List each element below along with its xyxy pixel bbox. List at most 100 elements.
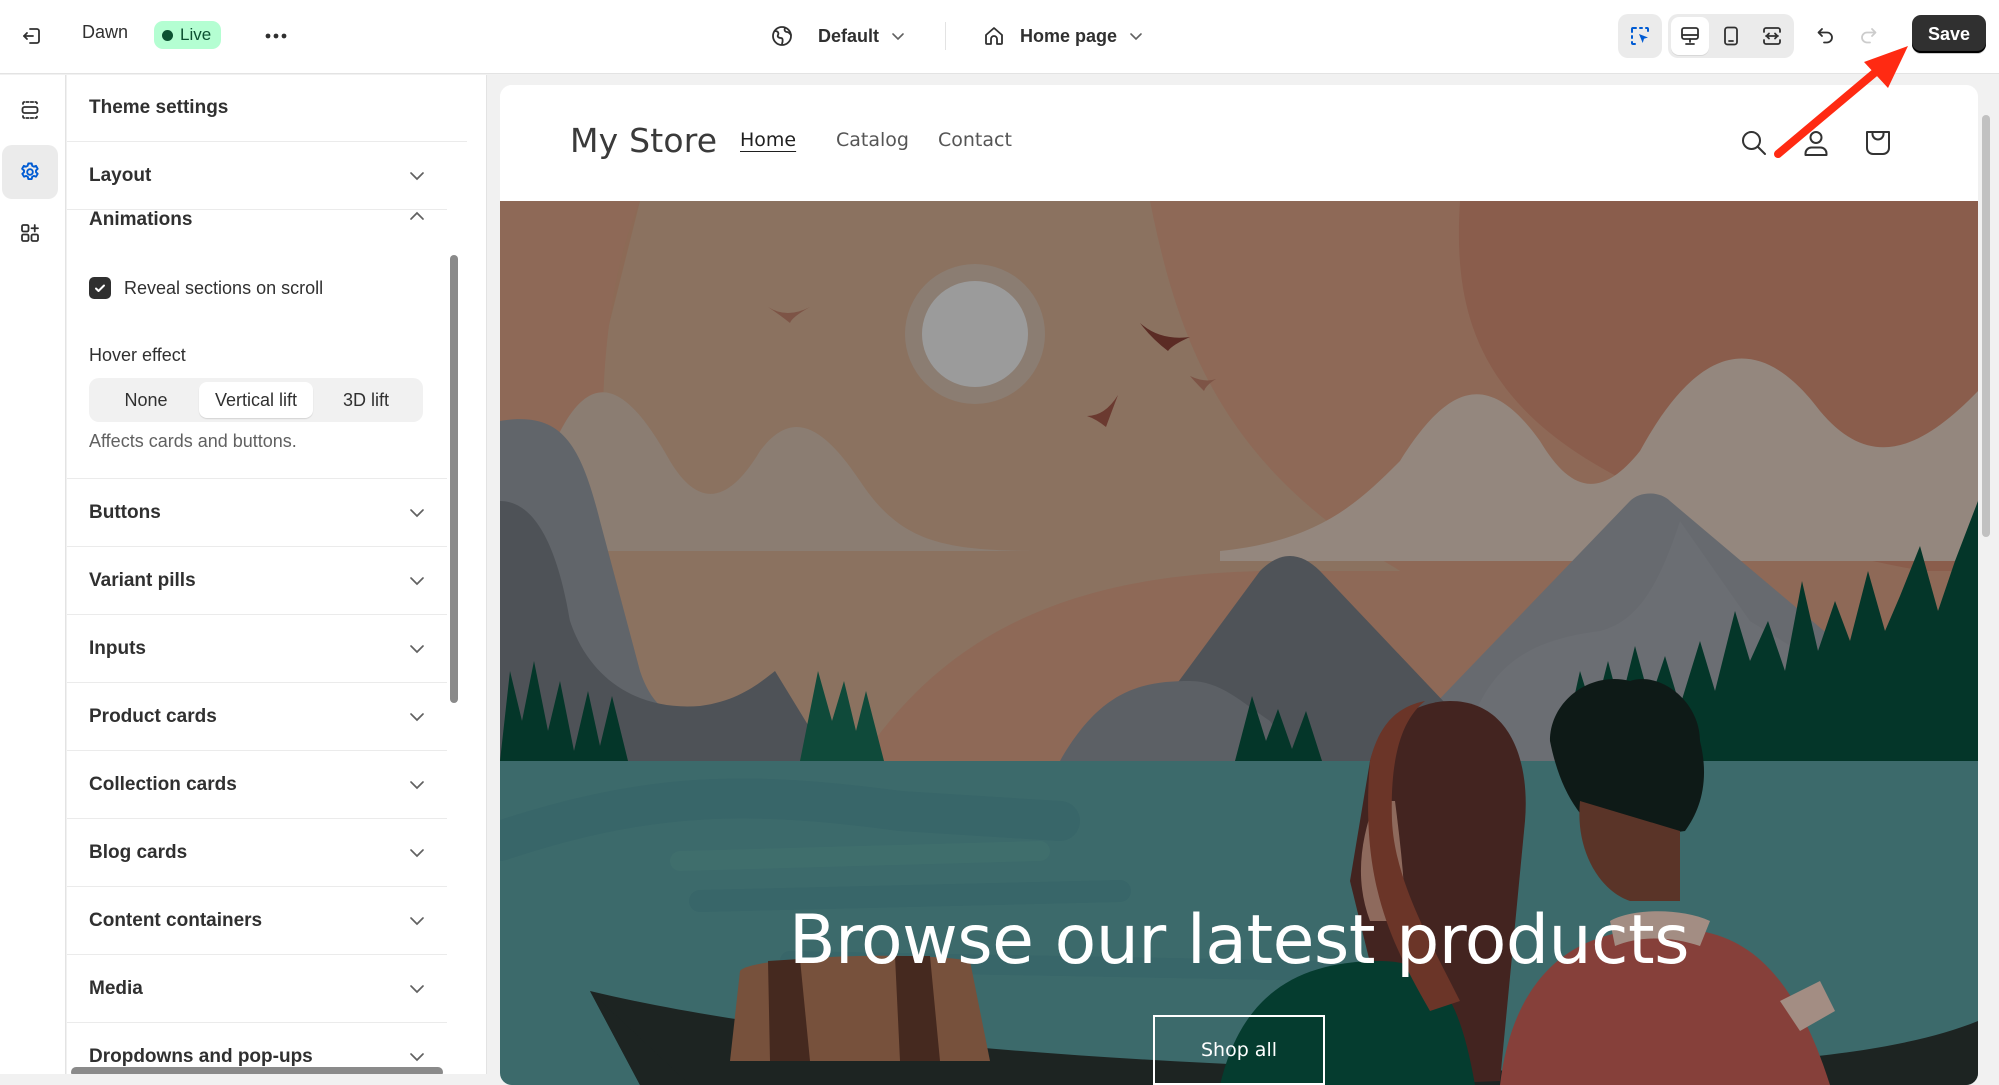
viewport-mobile-button[interactable] xyxy=(1712,17,1750,55)
more-icon xyxy=(265,33,287,39)
chevron-down-icon xyxy=(410,780,424,789)
rail-sections-button[interactable] xyxy=(2,83,58,137)
chevron-down-icon xyxy=(410,916,424,925)
shop-all-button[interactable]: Shop all xyxy=(1153,1015,1325,1085)
sections-icon xyxy=(21,101,39,119)
locale-selector[interactable]: Default xyxy=(770,18,905,54)
section-buttons[interactable]: Buttons xyxy=(67,479,447,547)
section-blog-cards[interactable]: Blog cards xyxy=(67,819,447,887)
select-inspector-icon xyxy=(1631,27,1649,45)
more-actions-button[interactable] xyxy=(258,18,294,54)
header-account-button[interactable] xyxy=(1796,123,1836,163)
chevron-down-icon xyxy=(1130,33,1142,41)
gear-icon xyxy=(21,162,39,181)
desktop-icon xyxy=(1681,27,1699,45)
locale-label: Default xyxy=(818,25,880,46)
chevron-down-icon xyxy=(410,171,424,180)
mobile-icon xyxy=(1724,26,1738,46)
exit-icon xyxy=(23,28,40,44)
hover-option-none[interactable]: None xyxy=(93,382,199,418)
chevron-down-icon xyxy=(892,33,904,41)
chevron-down-icon xyxy=(410,712,424,721)
section-label: Media xyxy=(89,977,143,999)
store-logo[interactable]: My Store xyxy=(570,121,717,160)
section-label: Inputs xyxy=(89,637,146,659)
section-label: Collection cards xyxy=(89,773,237,795)
full-width-icon xyxy=(1763,27,1781,45)
page-label: Home page xyxy=(1020,25,1118,46)
section-animations[interactable]: Animations xyxy=(67,195,447,243)
header-cart-button[interactable] xyxy=(1858,123,1898,163)
hover-option-vertical-lift[interactable]: Vertical lift xyxy=(199,382,313,418)
hover-effect-segmented-control: None Vertical lift 3D lift xyxy=(89,378,423,422)
inspector-toggle-button[interactable] xyxy=(1618,14,1662,58)
chevron-down-icon xyxy=(410,576,424,585)
live-dot-icon xyxy=(162,29,173,41)
section-content-containers[interactable]: Content containers xyxy=(67,887,447,955)
checkbox-label: Reveal sections on scroll xyxy=(124,277,324,298)
section-inputs[interactable]: Inputs xyxy=(67,615,447,683)
section-label: Variant pills xyxy=(89,569,196,591)
hover-option-3d-lift[interactable]: 3D lift xyxy=(313,382,419,418)
home-icon xyxy=(985,27,1003,45)
theme-name: Dawn xyxy=(82,22,129,42)
section-label: Blog cards xyxy=(89,841,188,863)
account-icon xyxy=(1804,131,1828,156)
header-search-button[interactable] xyxy=(1734,123,1774,163)
checkmark-icon xyxy=(95,284,105,292)
section-label: Layout xyxy=(89,164,152,186)
undo-button[interactable] xyxy=(1808,18,1844,54)
panel-vertical-scrollbar[interactable] xyxy=(450,255,458,703)
chevron-up-icon xyxy=(410,211,424,220)
panel-title: Theme settings xyxy=(89,97,229,118)
globe-icon xyxy=(772,26,792,46)
rail-apps-button[interactable] xyxy=(2,206,58,260)
storefront-preview: My Store Home Catalog Contact Browse our… xyxy=(488,75,1999,1085)
checkbox-checked[interactable] xyxy=(89,277,111,299)
viewport-fullwidth-button[interactable] xyxy=(1753,17,1791,55)
store-header: My Store Home Catalog Contact xyxy=(500,85,1978,201)
reveal-on-scroll-checkbox[interactable]: Reveal sections on scroll xyxy=(89,277,323,299)
section-label: Buttons xyxy=(89,501,161,523)
hero-banner: Browse our latest products Shop all xyxy=(500,201,1978,1085)
chevron-down-icon xyxy=(410,508,424,517)
save-button[interactable]: Save xyxy=(1912,15,1986,53)
exit-button[interactable] xyxy=(14,18,50,54)
redo-button[interactable] xyxy=(1850,18,1886,54)
chevron-down-icon xyxy=(410,644,424,653)
apps-icon xyxy=(21,224,39,242)
chevron-down-icon xyxy=(410,1052,424,1061)
viewport-desktop-button[interactable] xyxy=(1671,17,1709,55)
theme-settings-panel: Theme settings Layout Animations Reveal … xyxy=(67,75,487,1074)
panel-horizontal-scrollbar[interactable] xyxy=(71,1067,443,1074)
section-label: Product cards xyxy=(89,705,217,727)
chevron-down-icon xyxy=(410,984,424,993)
preview-vertical-scrollbar[interactable] xyxy=(1982,115,1990,537)
section-product-cards[interactable]: Product cards xyxy=(67,683,447,751)
status-badge-label: Live xyxy=(180,25,212,44)
preview-frame: My Store Home Catalog Contact Browse our… xyxy=(500,85,1978,1085)
hover-effect-label: Hover effect xyxy=(89,345,186,365)
nav-link-contact[interactable]: Contact xyxy=(938,129,1012,151)
hero-heading: Browse our latest products xyxy=(788,901,1690,980)
hover-effect-help-text: Affects cards and buttons. xyxy=(89,431,297,451)
redo-icon xyxy=(1861,28,1877,44)
section-media[interactable]: Media xyxy=(67,955,447,1023)
viewport-switcher xyxy=(1668,14,1794,58)
nav-link-home[interactable]: Home xyxy=(740,129,796,151)
topbar-divider xyxy=(945,22,946,50)
nav-link-catalog[interactable]: Catalog xyxy=(836,129,909,151)
section-label: Animations xyxy=(89,209,193,230)
section-label: Content containers xyxy=(89,909,263,931)
editor-topbar: Dawn Live Default Home page Save xyxy=(0,0,1999,74)
section-variant-pills[interactable]: Variant pills xyxy=(67,547,447,615)
section-label: Dropdowns and pop-ups xyxy=(89,1045,313,1067)
chevron-down-icon xyxy=(410,848,424,857)
rail-theme-settings-button[interactable] xyxy=(2,145,58,199)
editor-icon-rail xyxy=(0,75,66,1074)
undo-icon xyxy=(1817,28,1833,44)
search-icon xyxy=(1742,131,1766,155)
cart-icon xyxy=(1866,131,1890,155)
page-selector[interactable]: Home page xyxy=(982,18,1143,54)
section-collection-cards[interactable]: Collection cards xyxy=(67,751,447,819)
